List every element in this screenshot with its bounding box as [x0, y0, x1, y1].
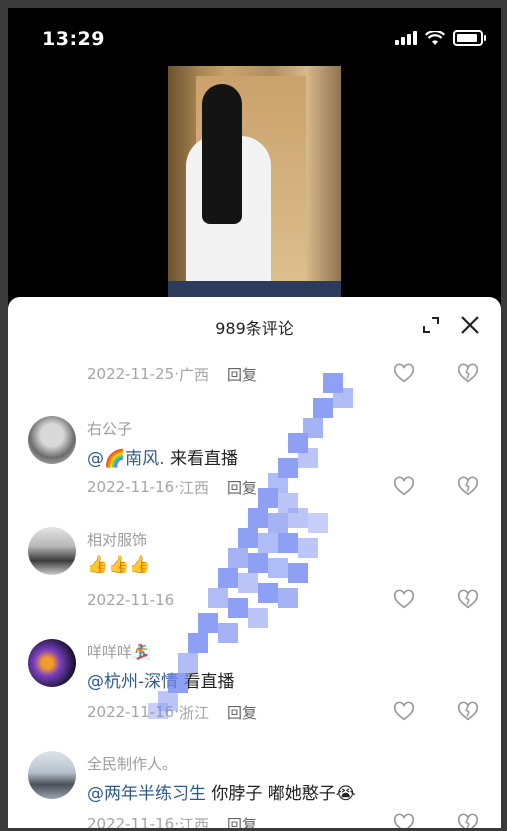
- status-bar: 13:29: [8, 8, 501, 66]
- dislike-icon[interactable]: [457, 363, 479, 385]
- video-person-hair: [202, 84, 242, 224]
- signal-icon: [395, 31, 417, 45]
- comment-meta-row: 2022-11-16 · 浙江 回复: [87, 701, 481, 723]
- comment-username[interactable]: 右公子: [87, 418, 132, 439]
- comment-location: 江西: [178, 815, 209, 829]
- comment-text: 看直播: [178, 672, 235, 692]
- comments-header: 989条评论: [8, 297, 501, 349]
- dislike-icon[interactable]: [457, 476, 479, 498]
- close-icon[interactable]: [459, 314, 481, 336]
- dislike-icon[interactable]: [457, 701, 479, 723]
- comment-date: 2022-11-16: [87, 591, 175, 609]
- reply-button[interactable]: 回复: [227, 814, 257, 829]
- comment-location: 江西: [178, 478, 209, 497]
- comment-date: 2022-11-16: [87, 478, 175, 496]
- comment-mention[interactable]: @杭州-深情: [87, 672, 178, 692]
- comment-username[interactable]: 全民制作人。: [87, 753, 177, 774]
- heart-icon[interactable]: [393, 813, 415, 828]
- comment-text: 你脖子 嘟她憨子😭: [206, 784, 356, 804]
- comment-meta-row: 2022-11-16 · 江西 回复: [87, 813, 481, 828]
- wifi-icon: [425, 30, 445, 45]
- comment-content: @🌈南风. 来看直播: [87, 444, 238, 469]
- reply-button[interactable]: 回复: [227, 364, 257, 385]
- comment-date: 2022-11-25: [87, 365, 175, 383]
- heart-icon[interactable]: [393, 363, 415, 385]
- avatar[interactable]: [28, 527, 76, 575]
- comment-content: @杭州-深情 看直播: [87, 667, 235, 692]
- video-thumbnail[interactable]: [168, 66, 341, 311]
- comment-username[interactable]: 咩咩咩🏂: [87, 641, 151, 662]
- avatar[interactable]: [28, 751, 76, 799]
- reply-button[interactable]: 回复: [227, 477, 257, 498]
- comment-meta-row: 2022-11-16: [87, 589, 481, 611]
- comment-content: 👍👍👍: [87, 555, 151, 575]
- reply-button[interactable]: 回复: [227, 702, 257, 723]
- comment-date: 2022-11-16: [87, 703, 175, 721]
- expand-icon[interactable]: [421, 315, 441, 335]
- status-icons: [395, 30, 486, 46]
- battery-icon: [453, 30, 486, 46]
- dislike-icon[interactable]: [457, 813, 479, 828]
- heart-icon[interactable]: [393, 701, 415, 723]
- phone-screen: 13:29 989条评论 2022-11-25 · 广西 回复 右公子 @🌈南风…: [8, 8, 501, 828]
- comment-meta-row: 2022-11-16 · 江西 回复: [87, 476, 481, 498]
- avatar[interactable]: [28, 416, 76, 464]
- heart-icon[interactable]: [393, 476, 415, 498]
- status-time: 13:29: [42, 28, 105, 50]
- comment-text: 👍👍👍: [87, 555, 151, 575]
- comment-location: 浙江: [178, 703, 209, 722]
- comment-date: 2022-11-16: [87, 815, 175, 828]
- dislike-icon[interactable]: [457, 589, 479, 611]
- comment-mention[interactable]: @两年半练习生: [87, 784, 206, 804]
- comment-location: 广西: [178, 365, 209, 384]
- comment-content: @两年半练习生 你脖子 嘟她憨子😭: [87, 779, 356, 804]
- heart-icon[interactable]: [393, 589, 415, 611]
- avatar[interactable]: [28, 639, 76, 687]
- comment-text: 来看直播: [164, 449, 238, 469]
- comments-sheet: 989条评论 2022-11-25 · 广西 回复 右公子 @🌈南风. 来看直播: [8, 297, 501, 828]
- comment-mention[interactable]: @🌈南风.: [87, 449, 165, 469]
- comment-username[interactable]: 相对服饰: [87, 529, 147, 550]
- comment-meta-row: 2022-11-25 · 广西 回复: [87, 363, 481, 385]
